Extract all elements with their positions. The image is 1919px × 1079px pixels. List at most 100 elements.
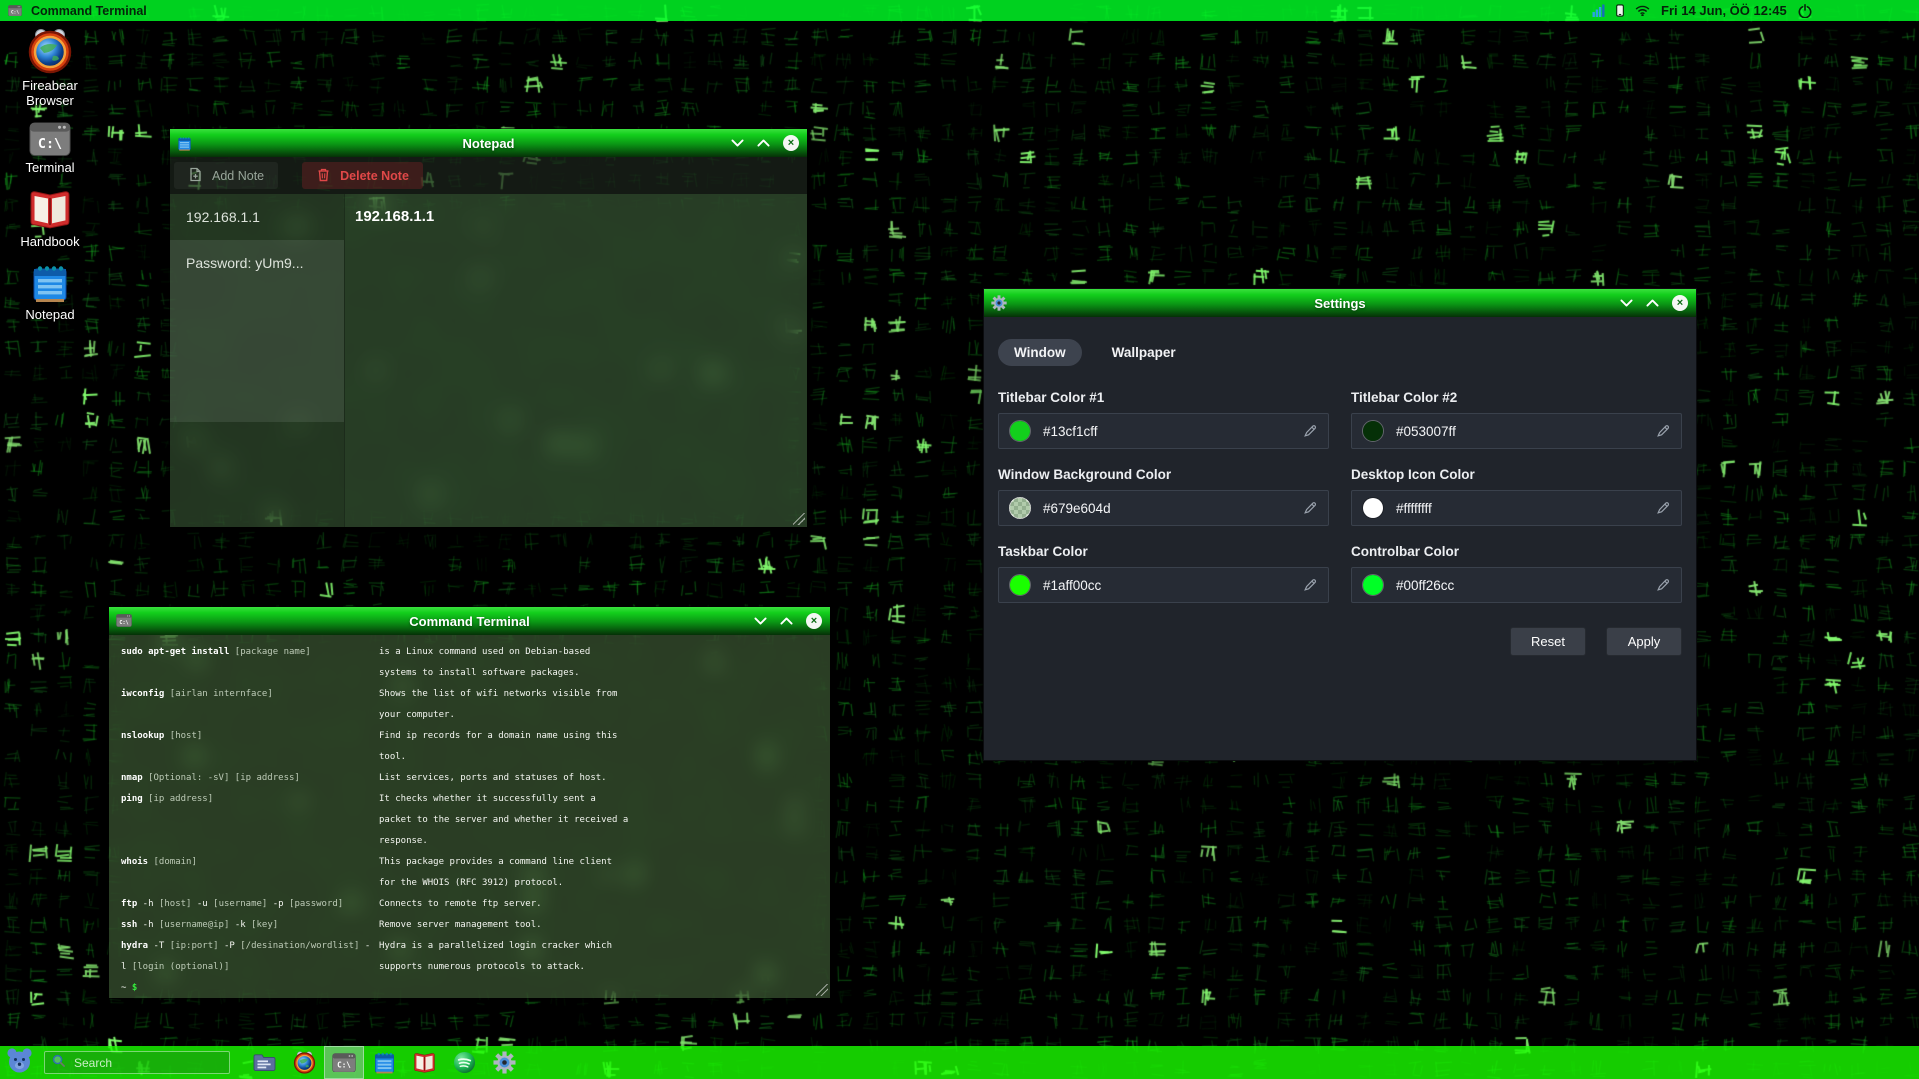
close-button[interactable]: × [1672,295,1688,311]
color-swatch [1009,420,1031,442]
pencil-icon[interactable] [1302,577,1318,593]
command-terminal-icon: C:\ [332,1053,356,1073]
color-field-controlbar-color[interactable]: #00ff26cc [1351,567,1682,603]
terminal-prompt[interactable]: ~ $ [121,978,818,998]
taskbar-search[interactable] [44,1051,230,1074]
notepad-taskbar-button[interactable] [364,1046,404,1079]
add-note-icon [188,167,203,185]
notepad-body: 192.168.1.1 Password: yUm9... 192.168.1.… [170,194,807,527]
terminal-description: List services, ports and statuses of hos… [379,768,818,789]
command-terminal-taskbar-button[interactable]: C:\ [324,1046,364,1079]
maximize-button[interactable] [1646,299,1659,307]
terminal-row: whois [domain]This package provides a co… [121,852,818,894]
desktop-icon-label: Handbook [4,234,96,249]
color-setting-controlbar-color: Controlbar Color#00ff26cc [1351,544,1682,603]
terminal-row: ssh -h [username@ip] -k [key]Remove serv… [121,915,818,936]
terminal-command: nmap [Optional: -sV] [ip address] [121,768,379,789]
file-manager-taskbar-button[interactable] [244,1046,284,1079]
search-input[interactable] [72,1055,196,1071]
color-fields-grid: Titlebar Color #1#13cf1cff Titlebar Color… [998,390,1682,603]
color-value: #053007ff [1396,424,1456,439]
apply-button[interactable]: Apply [1606,627,1682,656]
settings-actions: Reset Apply [998,627,1682,656]
settings-taskbar-button[interactable] [484,1046,524,1079]
desktop-icon-handbook[interactable]: Handbook [4,189,96,249]
window-title: Command Terminal [109,614,830,629]
file-manager-icon [253,1053,276,1071]
note-content[interactable]: 192.168.1.1 [345,194,807,527]
mobile-signal-icon [1592,4,1605,17]
color-setting-window-background-color: Window Background Color #679e604d [998,467,1329,526]
handbook-taskbar-button[interactable] [404,1046,444,1079]
field-label: Titlebar Color #2 [1351,390,1682,405]
fireabear-browser-taskbar-button[interactable] [284,1046,324,1079]
close-button[interactable]: × [806,613,822,629]
terminal-row: hydra -T [ip:port] -P [/desination/wordl… [121,936,818,978]
field-label: Desktop Icon Color [1351,467,1682,482]
desktop-icon-label: Notepad [4,307,96,322]
start-button[interactable] [6,1047,33,1079]
pencil-icon[interactable] [1655,500,1671,516]
terminal-command: ftp -h [host] -u [username] -p [password… [121,894,379,915]
delete-note-label: Delete Note [340,169,409,183]
taskbar: C:\ [0,1046,1919,1079]
svg-text:C:\: C:\ [11,9,19,15]
color-field-titlebar-color-1[interactable]: #13cf1cff [998,413,1329,449]
desktop-icon-fireabear-browser[interactable]: Fireabear Browser [4,28,96,108]
terminal-row: nslookup [host]Find ip records for a dom… [121,726,818,768]
svg-text:C:\: C:\ [38,137,62,152]
pencil-icon[interactable] [1302,423,1318,439]
topbar-app-title: Command Terminal [31,4,147,18]
terminal-description: Shows the list of wifi networks visible … [379,684,818,726]
add-note-button[interactable]: Add Note [174,162,278,189]
terminal-row: ping [ip address]It checks whether it su… [121,789,818,852]
maximize-button[interactable] [757,139,770,147]
color-setting-desktop-icon-color: Desktop Icon Color #ffffffff [1351,467,1682,526]
color-setting-titlebar-color-1: Titlebar Color #1#13cf1cff [998,390,1329,449]
pencil-icon[interactable] [1655,423,1671,439]
notepad-icon [373,1051,396,1074]
desktop-icon-notepad[interactable]: Notepad [4,263,96,322]
color-field-window-background-color[interactable]: #679e604d [998,490,1329,526]
color-field-taskbar-color[interactable]: #1aff00cc [998,567,1329,603]
desktop-icon-terminal[interactable]: C:\ Terminal [4,122,96,175]
power-icon[interactable] [1798,4,1812,18]
settings-titlebar[interactable]: Settings × [984,289,1696,317]
notepad-titlebar[interactable]: Notepad × [170,129,807,157]
field-label: Window Background Color [998,467,1329,482]
settings-window-icon [991,295,1007,311]
minimize-button[interactable] [754,617,767,625]
resize-grip[interactable] [793,513,805,525]
terminal-description: It checks whether it successfully sent a… [379,789,818,852]
music-player-icon [453,1051,476,1074]
resize-grip[interactable] [816,984,828,996]
window-title: Settings [984,296,1696,311]
color-field-titlebar-color-2[interactable]: #053007ff [1351,413,1682,449]
music-player-taskbar-button[interactable] [444,1046,484,1079]
pencil-icon[interactable] [1302,500,1318,516]
terminal-row: iwconfig [airlan internface]Shows the li… [121,684,818,726]
active-app-icon: C:\ [8,5,22,16]
close-button[interactable]: × [783,135,799,151]
color-setting-taskbar-color: Taskbar Color#1aff00cc [998,544,1329,603]
color-field-desktop-icon-color[interactable]: #ffffffff [1351,490,1682,526]
note-list-item-selected[interactable]: Password: yUm9... [170,240,344,422]
minimize-button[interactable] [1620,299,1633,307]
pencil-icon[interactable] [1655,577,1671,593]
terminal-titlebar[interactable]: C:\ Command Terminal × [109,607,830,635]
terminal-command: ping [ip address] [121,789,379,852]
minimize-button[interactable] [731,139,744,147]
taskbar-app-icons: C:\ [244,1046,524,1079]
handbook-icon [4,189,96,230]
tab-window[interactable]: Window [998,339,1082,366]
terminal-output[interactable]: sudo apt-get install [package name]is a … [109,635,830,998]
terminal-command: ssh -h [username@ip] -k [key] [121,915,379,936]
maximize-button[interactable] [780,617,793,625]
reset-button[interactable]: Reset [1510,627,1586,656]
tab-wallpaper[interactable]: Wallpaper [1096,339,1192,366]
color-swatch [1362,497,1384,519]
note-list-item[interactable]: 192.168.1.1 [170,194,344,240]
delete-note-button[interactable]: Delete Note [302,162,423,189]
terminal-row: ftp -h [host] -u [username] -p [password… [121,894,818,915]
terminal-command: whois [domain] [121,852,379,894]
